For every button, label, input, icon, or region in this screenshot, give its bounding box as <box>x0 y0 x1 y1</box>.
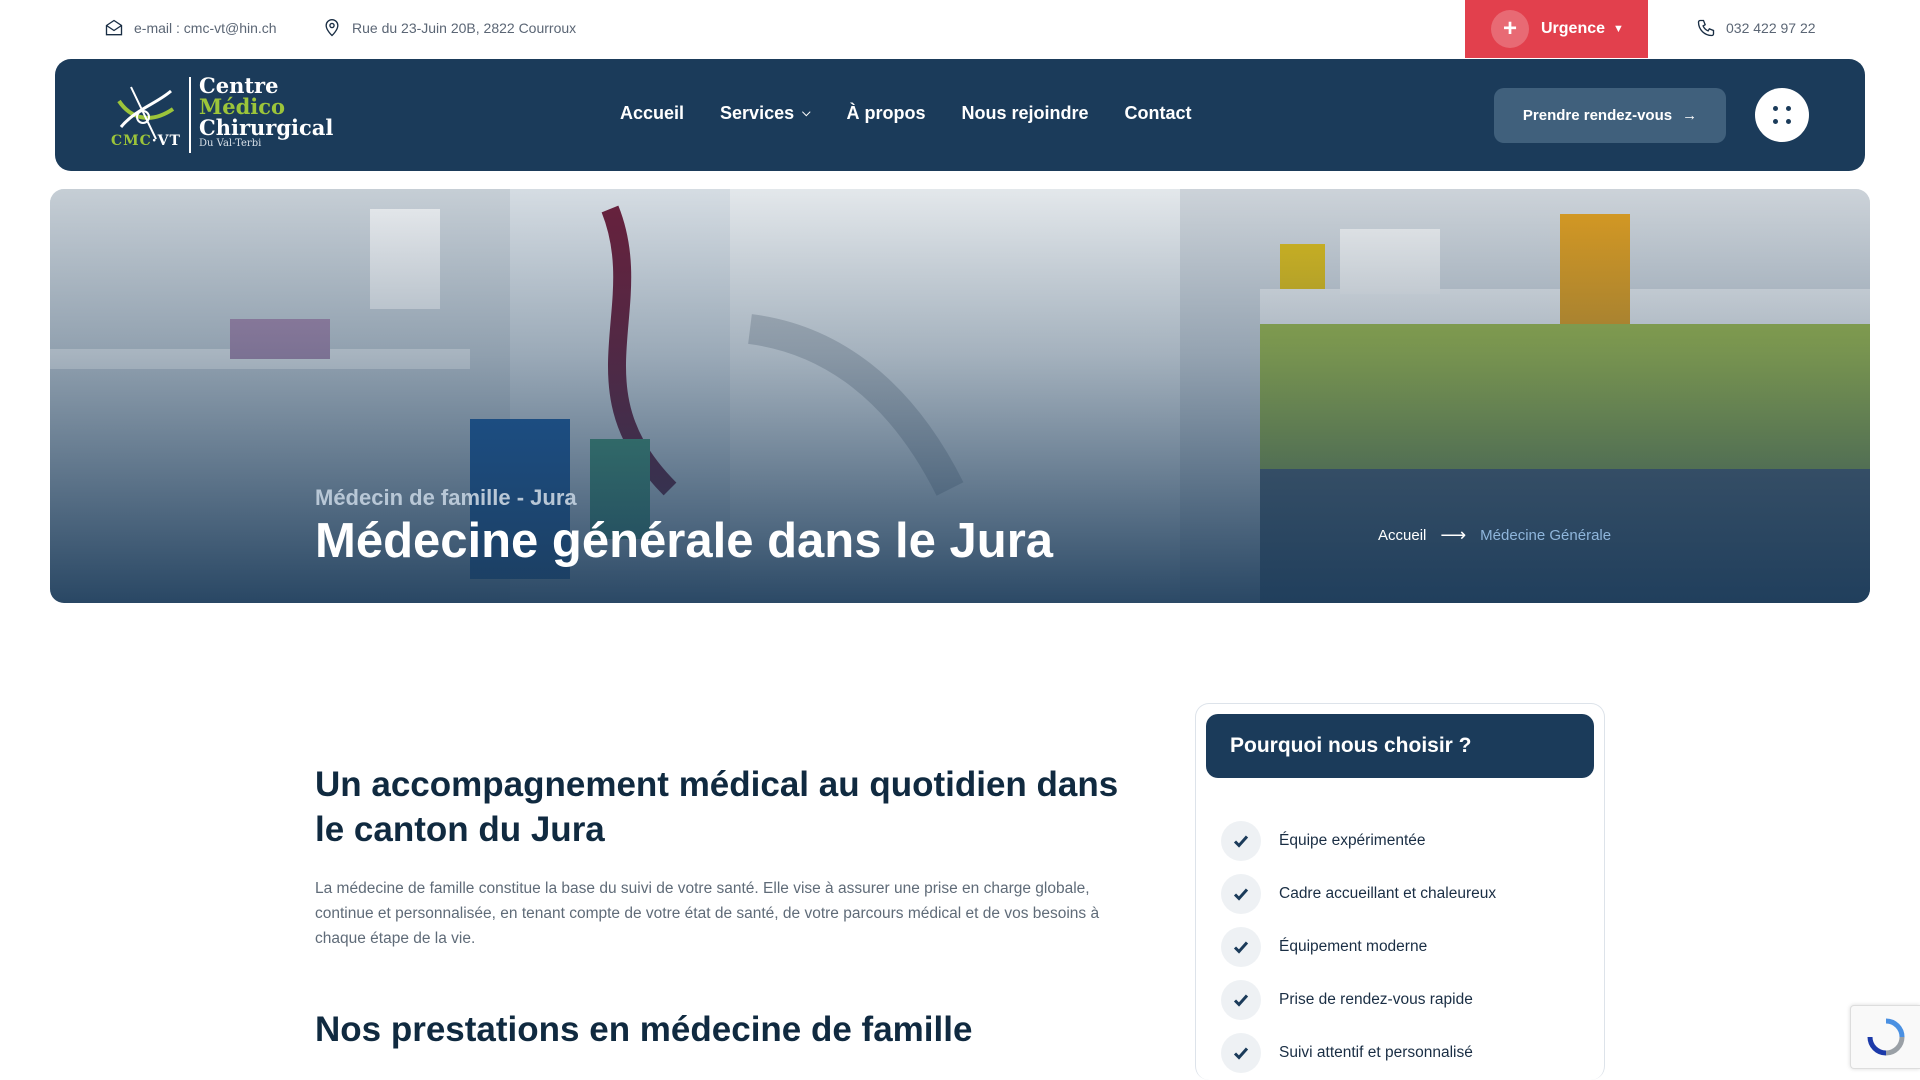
phone-text[interactable]: 032 422 97 22 <box>1726 20 1816 36</box>
dot-icon <box>1786 106 1791 111</box>
arrow-right-icon: → <box>1682 107 1698 124</box>
nav-item-a-propos[interactable]: À propos <box>846 103 925 124</box>
check-icon <box>1221 926 1261 967</box>
logo-abbr: CMC·VT <box>111 133 181 149</box>
phone-info[interactable]: 032 422 97 22 <box>1696 18 1816 38</box>
logo-line-2: Médico <box>199 94 286 119</box>
long-arrow-right-icon: ⟶ <box>1440 525 1467 545</box>
menu-dots-button[interactable] <box>1755 88 1809 142</box>
logo-line-3: Chirurgical <box>199 115 334 140</box>
book-appointment-button[interactable]: Prendre rendez-vous → <box>1494 88 1726 143</box>
check-icon <box>1221 979 1261 1020</box>
why-choose-us-title: Pourquoi nous choisir ? <box>1206 714 1594 778</box>
check-icon <box>1221 1032 1261 1073</box>
why-choose-us-list: Équipe expérimentée Cadre accueillant et… <box>1221 814 1496 1079</box>
logo-wordmark: Centre Médico Chirurgical Du Val-Terbi <box>199 75 333 150</box>
chevron-down-icon: ⌵ <box>802 107 811 119</box>
address-text: Rue du 23-Juin 20B, 2822 Courroux <box>352 20 577 36</box>
plus-icon: + <box>1491 10 1529 48</box>
section-heading: Un accompagnement médical au quotidien d… <box>315 765 1119 849</box>
list-item-label: Suivi attentif et personnalisé <box>1279 1043 1473 1061</box>
dot-icon <box>1773 106 1778 111</box>
dot-icon <box>1786 119 1791 124</box>
recaptcha-badge[interactable] <box>1850 1005 1920 1069</box>
list-item: Équipement moderne <box>1221 920 1496 973</box>
hero-banner: Médecin de famille - Jura Médecine génér… <box>50 189 1870 603</box>
top-bar: e-mail : cmc-vt@hin.ch Rue du 23-Juin 20… <box>0 0 1920 58</box>
services-heading: Nos prestations en médecine de famille <box>315 1010 973 1049</box>
envelope-icon <box>105 19 123 36</box>
list-item-label: Cadre accueillant et chaleureux <box>1279 884 1497 902</box>
list-item: Suivi attentif et personnalisé <box>1221 1026 1496 1079</box>
book-appointment-label: Prendre rendez-vous <box>1522 107 1673 124</box>
page-title: Médecine générale dans le Jura <box>315 514 1054 568</box>
site-logo[interactable]: CMC·VT Centre Médico Chirurgical Du Val-… <box>111 75 341 155</box>
list-item: Cadre accueillant et chaleureux <box>1221 867 1496 920</box>
phone-icon <box>1697 19 1715 37</box>
breadcrumb-home-link[interactable]: Accueil <box>1378 527 1426 544</box>
address-info: Rue du 23-Juin 20B, 2822 Courroux <box>322 18 576 38</box>
check-icon <box>1221 873 1261 914</box>
main-navbar: CMC·VT Centre Médico Chirurgical Du Val-… <box>55 59 1865 171</box>
dot-icon <box>1773 119 1778 124</box>
list-item-label: Équipe expérimentée <box>1279 831 1426 849</box>
list-item-label: Prise de rendez-vous rapide <box>1279 990 1473 1008</box>
logo-line-1: Centre <box>199 73 279 98</box>
list-item: Équipe expérimentée <box>1221 814 1496 867</box>
check-icon <box>1221 820 1261 861</box>
breadcrumb: Accueil ⟶ Médecine Générale <box>1378 525 1611 546</box>
list-item-label: Équipement moderne <box>1279 937 1428 955</box>
hero-subtitle: Médecin de famille - Jura <box>315 485 577 510</box>
breadcrumb-current: Médecine Générale <box>1480 527 1612 544</box>
why-choose-us-card: Pourquoi nous choisir ? Équipe expérimen… <box>1195 703 1605 1080</box>
nav-item-nous-rejoindre[interactable]: Nous rejoindre <box>961 103 1088 124</box>
urgence-button[interactable]: + Urgence ▼ <box>1465 0 1648 58</box>
intro-paragraph: La médecine de famille constitue la base… <box>315 880 1100 947</box>
urgence-label: Urgence <box>1541 20 1606 37</box>
email-text[interactable]: e-mail : cmc-vt@hin.ch <box>134 20 277 36</box>
logo-divider <box>189 77 191 153</box>
nav-item-accueil[interactable]: Accueil <box>620 103 684 124</box>
list-item: Prise de rendez-vous rapide <box>1221 973 1496 1026</box>
nav-item-contact[interactable]: Contact <box>1124 103 1191 124</box>
email-info[interactable]: e-mail : cmc-vt@hin.ch <box>104 18 277 38</box>
map-pin-icon <box>325 19 339 37</box>
chevron-down-icon: ▼ <box>1613 23 1624 35</box>
recaptcha-icon <box>1867 1018 1904 1056</box>
nav-menu: Accueil Services ⌵ À propos Nous rejoindr… <box>620 103 1191 124</box>
nav-item-services[interactable]: Services ⌵ <box>720 103 810 124</box>
